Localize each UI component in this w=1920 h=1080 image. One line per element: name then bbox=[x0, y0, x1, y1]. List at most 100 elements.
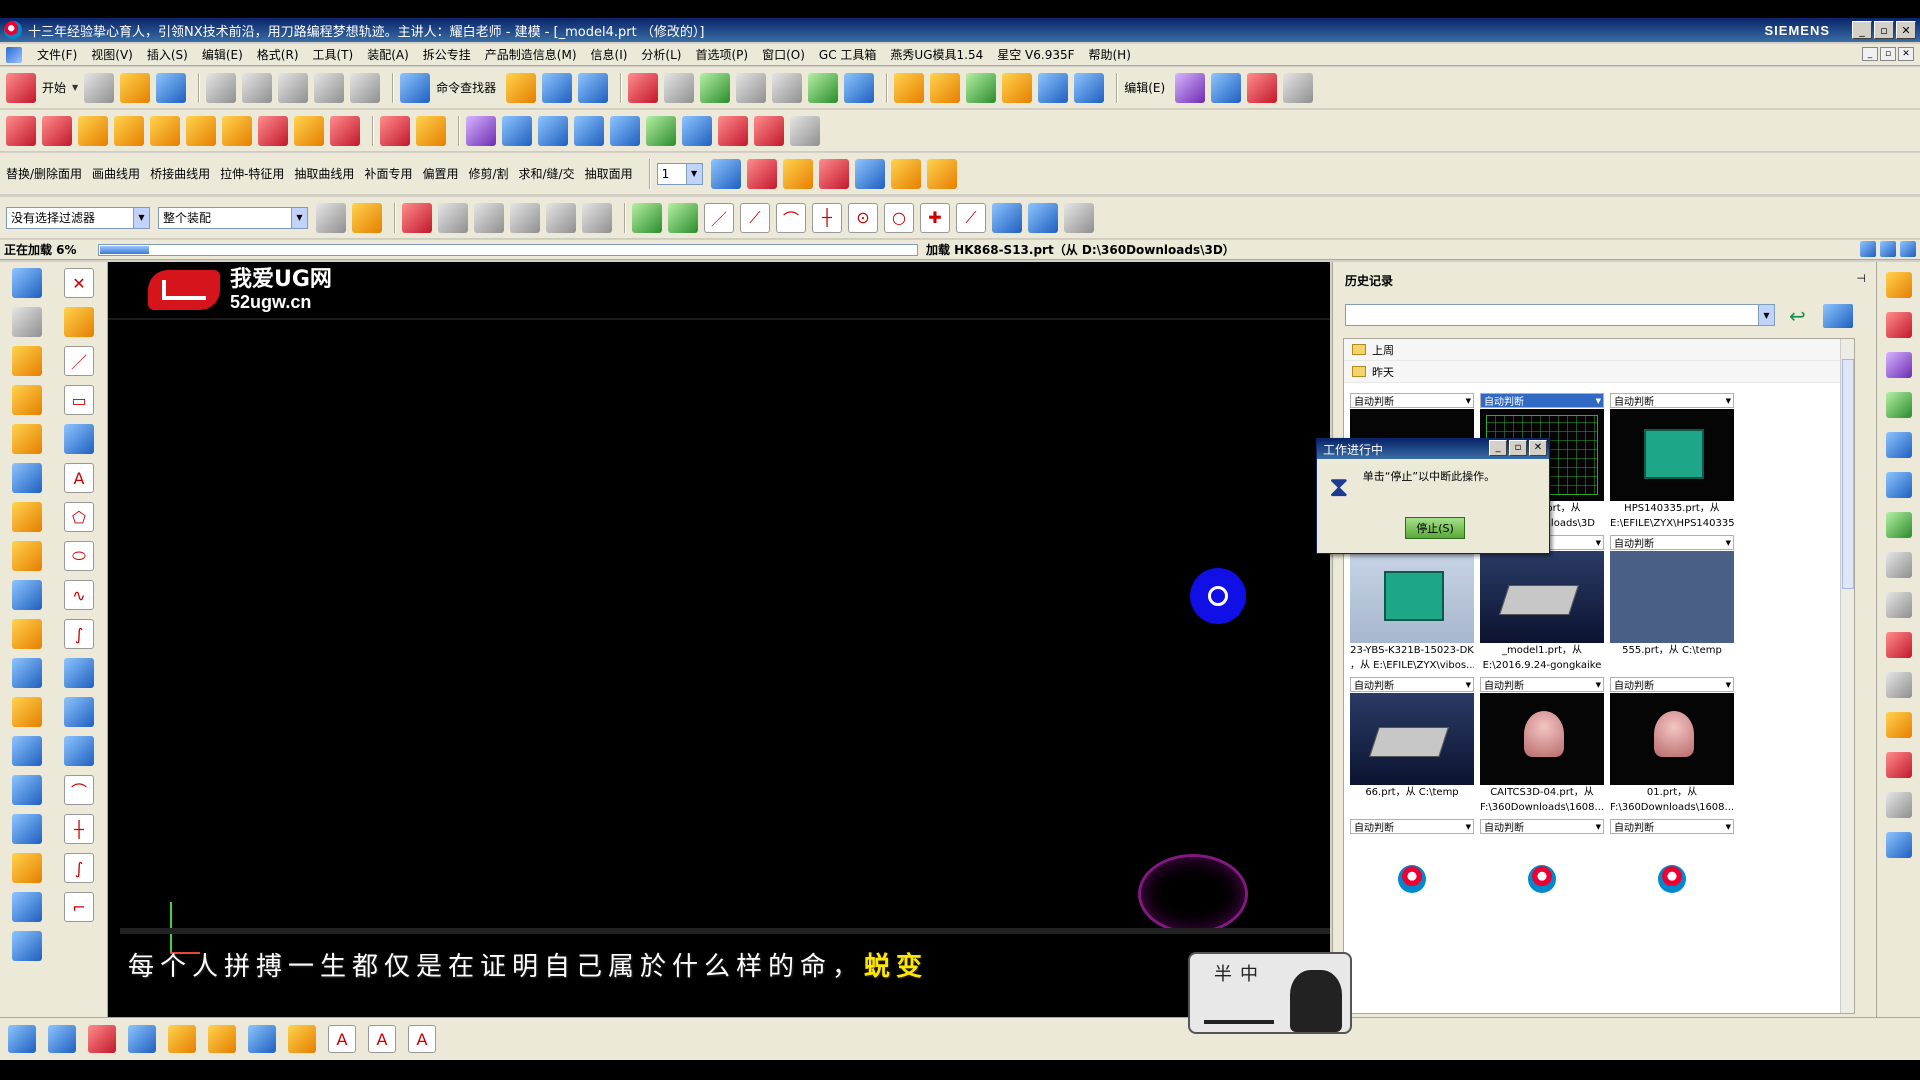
boss-icon[interactable] bbox=[186, 115, 216, 146]
swept-icon[interactable] bbox=[538, 115, 568, 146]
hole-icon[interactable] bbox=[114, 115, 144, 146]
mold-wizard-icon[interactable] bbox=[930, 72, 961, 103]
table-icon[interactable] bbox=[208, 1025, 236, 1053]
group-extract-face[interactable]: 抽取面用 bbox=[585, 165, 633, 182]
transform-icon[interactable] bbox=[718, 115, 748, 146]
history-item-mode-select[interactable]: 自动判断 ▼ bbox=[1610, 819, 1734, 834]
history-item-mode-select[interactable]: 自动判断 ▼ bbox=[1480, 677, 1604, 692]
measure-distance-icon[interactable] bbox=[854, 158, 885, 189]
chevron-down-icon[interactable]: ▼ bbox=[291, 207, 307, 228]
history-item-mode-select[interactable]: 自动判断 ▼ bbox=[1480, 819, 1604, 834]
web-browser-icon[interactable] bbox=[1885, 432, 1912, 458]
emboss-icon[interactable] bbox=[12, 697, 42, 727]
fullscreen-icon[interactable] bbox=[1880, 241, 1896, 257]
history-item-thumbnail[interactable] bbox=[1350, 551, 1474, 643]
folder-open-icon[interactable] bbox=[1885, 832, 1912, 858]
history-group-yesterday[interactable]: 昨天 bbox=[1344, 361, 1854, 383]
shortcut-icon[interactable] bbox=[1885, 792, 1912, 818]
revolve-icon[interactable] bbox=[78, 115, 108, 146]
cut-icon[interactable] bbox=[206, 72, 237, 103]
pattern-icon[interactable] bbox=[6, 115, 36, 146]
history-item-mode-select[interactable]: 自动判断 ▼ bbox=[1350, 393, 1474, 408]
info-icon[interactable] bbox=[1885, 472, 1912, 498]
menu-tools[interactable]: 工具(T) bbox=[306, 46, 361, 63]
group-offset[interactable]: 偏置用 bbox=[422, 165, 458, 182]
wcs-icon[interactable] bbox=[782, 158, 813, 189]
quadrant-icon[interactable]: ○ bbox=[884, 202, 914, 233]
dialog-minimize-button[interactable]: _ bbox=[1489, 440, 1507, 456]
menu-view[interactable]: 视图(V) bbox=[84, 46, 140, 63]
constraint-navigator-icon[interactable] bbox=[1885, 312, 1912, 338]
dimension-icon[interactable] bbox=[88, 1025, 116, 1053]
menu-window[interactable]: 窗口(O) bbox=[755, 46, 812, 63]
history-item-thumbnail[interactable] bbox=[1610, 693, 1734, 785]
history-item-mode-select[interactable]: 自动判断 ▼ bbox=[1610, 393, 1734, 408]
history-clock-icon[interactable] bbox=[1885, 552, 1912, 578]
fit-view-icon[interactable] bbox=[628, 72, 659, 103]
datum-plane-icon[interactable] bbox=[12, 307, 42, 337]
history-item[interactable]: 自动判断 ▼ HPS140335.prt，从 E:\EFILE\ZYX\HPS1403… bbox=[1610, 393, 1734, 529]
flag-icon[interactable] bbox=[808, 72, 839, 103]
block-solid-icon[interactable] bbox=[12, 463, 42, 493]
move-layer-icon[interactable] bbox=[746, 158, 777, 189]
project-curve-icon[interactable] bbox=[64, 697, 94, 727]
dialog-titlebar[interactable]: 工作进行中 _ ▫ ✕ bbox=[1317, 439, 1549, 459]
chevron-down-icon[interactable]: ▼ bbox=[1596, 539, 1601, 547]
bounding-box-icon[interactable] bbox=[1028, 202, 1058, 233]
feature-icon[interactable] bbox=[1283, 72, 1314, 103]
menu-pmi[interactable]: 产品制造信息(M) bbox=[478, 46, 584, 63]
bounded-plane-icon[interactable] bbox=[466, 115, 496, 146]
mesh-surface-icon[interactable] bbox=[502, 115, 532, 146]
select-face-icon[interactable] bbox=[474, 202, 504, 233]
annotation-icon[interactable] bbox=[128, 1025, 156, 1053]
menu-preferences[interactable]: 首选项(P) bbox=[688, 46, 755, 63]
ellipse-icon[interactable]: ⬭ bbox=[64, 541, 94, 571]
globe-icon[interactable] bbox=[1860, 241, 1876, 257]
reset-icon[interactable] bbox=[438, 202, 468, 233]
type-filter-select[interactable]: 没有选择过滤器 ▼ bbox=[6, 206, 150, 229]
palette-icon[interactable] bbox=[1885, 632, 1912, 658]
sketch-icon[interactable] bbox=[12, 268, 42, 298]
sweep-solid-icon[interactable] bbox=[12, 424, 42, 454]
shell-icon[interactable] bbox=[294, 115, 324, 146]
document-icon[interactable] bbox=[6, 46, 22, 63]
group-extract-curve[interactable]: 抽取曲线用 bbox=[294, 165, 354, 182]
boolean-icon[interactable] bbox=[12, 736, 42, 766]
sketch-plane-icon[interactable] bbox=[1175, 72, 1206, 103]
chevron-down-icon[interactable]: ▼ bbox=[1726, 539, 1731, 547]
copy-icon[interactable] bbox=[242, 72, 273, 103]
bridge-curve-icon[interactable]: ⌒ bbox=[64, 775, 94, 805]
intersection-icon[interactable]: ┼ bbox=[812, 202, 842, 233]
edit-dropdown[interactable]: 编辑(E) bbox=[1124, 79, 1165, 96]
group-draw-curve[interactable]: 画曲线用 bbox=[92, 165, 140, 182]
dialog-close-button[interactable]: ✕ bbox=[1529, 440, 1547, 456]
system-materials-icon[interactable] bbox=[1885, 592, 1912, 618]
text-size-icon[interactable]: A bbox=[408, 1025, 436, 1053]
drafting-view-icon[interactable] bbox=[8, 1025, 36, 1053]
intersection-curve-icon[interactable] bbox=[64, 736, 94, 766]
chevron-down-icon[interactable]: ▼ bbox=[1596, 823, 1601, 831]
rectangle-select-icon[interactable] bbox=[582, 202, 612, 233]
solid-cube-icon[interactable] bbox=[1074, 72, 1105, 103]
assembly-navigator-icon[interactable] bbox=[1885, 272, 1912, 298]
undo-icon[interactable] bbox=[314, 72, 345, 103]
books-icon[interactable] bbox=[894, 72, 925, 103]
new-file-icon[interactable] bbox=[84, 72, 115, 103]
stop-button[interactable]: 停止(S) bbox=[1405, 517, 1465, 539]
history-item[interactable]: 自动判断▼_model1.prt，从E:\2016.9.24-gongkaike bbox=[1480, 535, 1604, 671]
show-hide-icon[interactable] bbox=[818, 158, 849, 189]
helix-icon[interactable]: ∿ bbox=[64, 580, 94, 610]
window-layout-icon[interactable] bbox=[578, 72, 609, 103]
group-unite-sew-intersect[interactable]: 求和/缝/交 bbox=[519, 165, 575, 182]
select-feature-icon[interactable] bbox=[546, 202, 576, 233]
assembly-tree-icon[interactable] bbox=[966, 72, 997, 103]
history-item[interactable]: 自动判断 ▼ 555.prt，从 C:\temp bbox=[1610, 535, 1734, 671]
existing-point-icon[interactable]: ✚ bbox=[920, 202, 950, 233]
menu-assembly[interactable]: 装配(A) bbox=[360, 46, 416, 63]
snap-view-icon[interactable] bbox=[542, 72, 573, 103]
history-item-thumbnail[interactable] bbox=[1350, 835, 1474, 927]
line-icon[interactable]: ／ bbox=[64, 346, 94, 376]
revolve-solid-icon[interactable] bbox=[12, 385, 42, 415]
replace-face-icon[interactable] bbox=[12, 853, 42, 883]
point-constructor-icon[interactable] bbox=[1247, 72, 1278, 103]
